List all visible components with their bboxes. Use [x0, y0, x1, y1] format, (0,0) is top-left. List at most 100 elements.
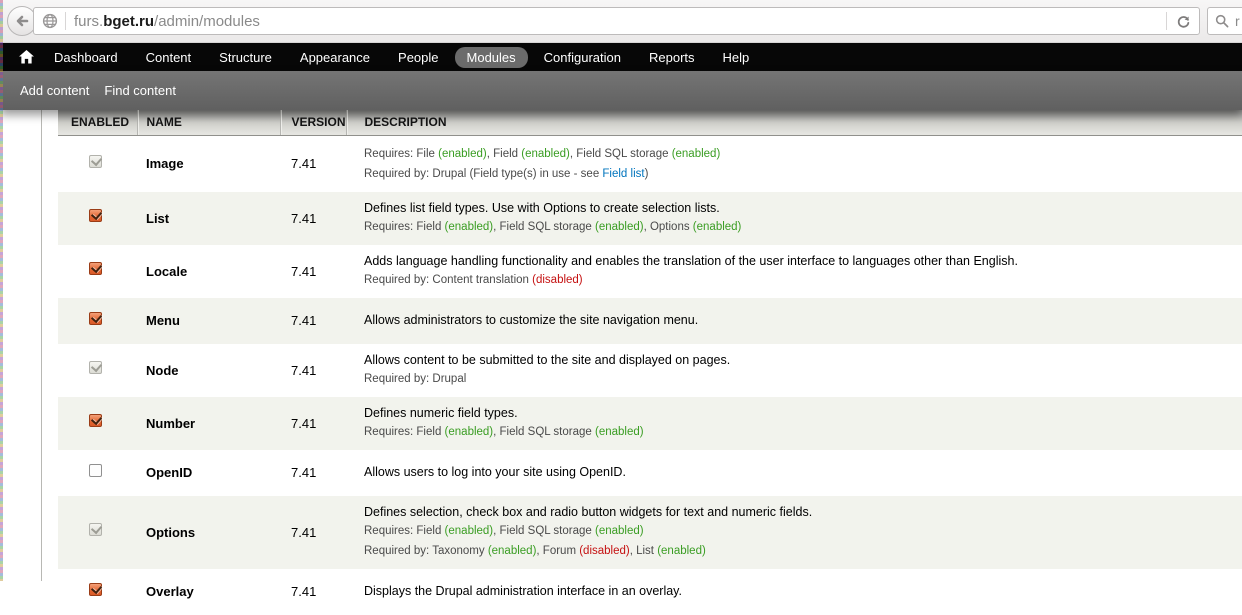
status-enabled: (enabled)	[521, 148, 570, 160]
module-description-cell: Requires: File (enabled), Field (enabled…	[346, 135, 1242, 192]
description-text: Adds language handling functionality and…	[364, 254, 1018, 268]
module-version: 7.41	[280, 298, 346, 344]
module-version: 7.41	[280, 192, 346, 245]
module-enabled-checkbox[interactable]	[89, 312, 102, 325]
status-enabled: (enabled)	[445, 221, 494, 233]
module-description-line: Required by: Content translation (disabl…	[364, 270, 1232, 290]
module-enabled-checkbox[interactable]	[89, 262, 102, 275]
module-description-line: Required by: Drupal	[364, 369, 1232, 389]
description-text: Defines numeric field types.	[364, 406, 518, 420]
status-disabled: (disabled)	[579, 545, 630, 557]
module-name: Locale	[137, 245, 280, 298]
module-description-cell: Defines numeric field types. Requires: Fi…	[346, 397, 1242, 450]
module-enabled-checkbox[interactable]	[89, 209, 102, 222]
status-enabled: (enabled)	[595, 525, 644, 537]
description-text: Requires: Field	[364, 221, 445, 233]
description-text: Requires: Field	[364, 426, 445, 438]
module-description-line: Allows content to be submitted to the si…	[364, 352, 1232, 369]
toolbar-item-people[interactable]: People	[386, 47, 450, 68]
status-enabled: (enabled)	[445, 525, 494, 537]
url-subdomain: furs.	[74, 13, 103, 30]
description-text: , Field SQL storage	[493, 525, 595, 537]
column-header-name: NAME	[137, 110, 280, 135]
home-icon	[19, 50, 34, 64]
module-enabled-checkbox[interactable]	[89, 414, 102, 427]
module-name: Options	[137, 496, 280, 569]
address-url[interactable]: furs.bget.ru/admin/modules	[74, 13, 260, 30]
module-enabled-cell	[58, 245, 137, 298]
toolbar-item-reports[interactable]: Reports	[637, 47, 707, 68]
module-description-line: Requires: File (enabled), Field (enabled…	[364, 144, 1232, 164]
status-enabled: (enabled)	[657, 545, 706, 557]
module-enabled-checkbox	[89, 155, 102, 168]
module-enabled-cell	[58, 192, 137, 245]
description-text: Requires: File	[364, 148, 438, 160]
status-enabled: (enabled)	[445, 426, 494, 438]
module-enabled-checkbox	[89, 523, 102, 536]
module-enabled-cell	[58, 298, 137, 344]
description-text: )	[645, 168, 649, 180]
page-content: ENABLEDNAMEVERSIONDESCRIPTION Image7.41R…	[0, 110, 1242, 581]
module-enabled-cell	[58, 344, 137, 397]
admin-toolbar: DashboardContentStructureAppearancePeopl…	[0, 43, 1242, 71]
module-description-line: Defines selection, check box and radio b…	[364, 504, 1232, 521]
column-header-version: VERSION	[280, 110, 346, 135]
shortcut-add-content[interactable]: Add content	[20, 83, 89, 98]
module-description-line: Required by: Taxonomy (enabled), Forum (…	[364, 541, 1232, 561]
screen-edge-artifact	[0, 0, 3, 581]
module-description-cell: Defines selection, check box and radio b…	[346, 496, 1242, 569]
field-list-link[interactable]: Field list	[602, 168, 644, 180]
module-description-cell: Allows content to be submitted to the si…	[346, 344, 1242, 397]
home-button[interactable]	[19, 50, 34, 64]
module-enabled-checkbox[interactable]	[89, 583, 102, 596]
module-description-cell: Adds language handling functionality and…	[346, 245, 1242, 298]
module-description-cell: Displays the Drupal administration inter…	[346, 569, 1242, 615]
module-enabled-cell	[58, 135, 137, 192]
toolbar-item-modules[interactable]: Modules	[455, 47, 528, 68]
url-bar[interactable]: furs.bget.ru/admin/modules	[33, 7, 1200, 35]
admin-toolbar-items: DashboardContentStructureAppearancePeopl…	[40, 47, 763, 68]
description-text: Allows content to be submitted to the si…	[364, 353, 730, 367]
module-enabled-cell	[58, 496, 137, 569]
module-name: Image	[137, 135, 280, 192]
content-left-border	[41, 110, 42, 581]
module-enabled-checkbox[interactable]	[89, 464, 102, 477]
module-enabled-cell	[58, 569, 137, 615]
shortcut-find-content[interactable]: Find content	[104, 83, 176, 98]
reload-icon[interactable]	[1176, 14, 1191, 29]
module-enabled-cell	[58, 397, 137, 450]
module-version: 7.41	[280, 135, 346, 192]
description-text: , List	[630, 545, 657, 557]
module-row-menu: Menu7.41Allows administrators to customi…	[58, 298, 1242, 344]
toolbar-item-configuration[interactable]: Configuration	[532, 47, 633, 68]
module-row-number: Number7.41Defines numeric field types.Re…	[58, 397, 1242, 450]
module-description-cell: Allows administrators to customize the s…	[346, 298, 1242, 344]
module-row-overlay: Overlay7.41 Displays the Drupal administr…	[58, 569, 1242, 615]
module-description-line: Defines numeric field types.	[364, 405, 1232, 422]
module-description-line: Defines list field types. Use with Optio…	[364, 200, 1232, 217]
modules-table-header: ENABLEDNAMEVERSIONDESCRIPTION	[58, 110, 1242, 135]
toolbar-item-help[interactable]: Help	[711, 47, 762, 68]
module-version: 7.41	[280, 450, 346, 496]
module-name: Node	[137, 344, 280, 397]
status-enabled: (enabled)	[595, 426, 644, 438]
status-enabled: (enabled)	[438, 148, 487, 160]
description-text: Required by: Drupal (Field type(s) in us…	[364, 168, 602, 180]
description-text: , Field SQL storage	[570, 148, 672, 160]
status-enabled: (enabled)	[672, 148, 721, 160]
description-text: Required by: Taxonomy	[364, 545, 488, 557]
module-enabled-cell	[58, 450, 137, 496]
toolbar-item-dashboard[interactable]: Dashboard	[42, 47, 130, 68]
description-text: Allows users to log into your site using…	[364, 465, 626, 479]
module-version: 7.41	[280, 397, 346, 450]
description-text: , Options	[644, 221, 693, 233]
search-input[interactable]: r	[1207, 7, 1242, 35]
toolbar-item-structure[interactable]: Structure	[207, 47, 284, 68]
module-version: 7.41	[280, 569, 346, 615]
module-name: Overlay	[137, 569, 280, 615]
toolbar-item-appearance[interactable]: Appearance	[288, 47, 382, 68]
toolbar-item-content[interactable]: Content	[134, 47, 204, 68]
shortcut-bar: Add content Find content	[0, 71, 1242, 110]
url-separator	[1166, 12, 1167, 30]
module-description-line: Displays the Drupal administration inter…	[364, 583, 1232, 600]
